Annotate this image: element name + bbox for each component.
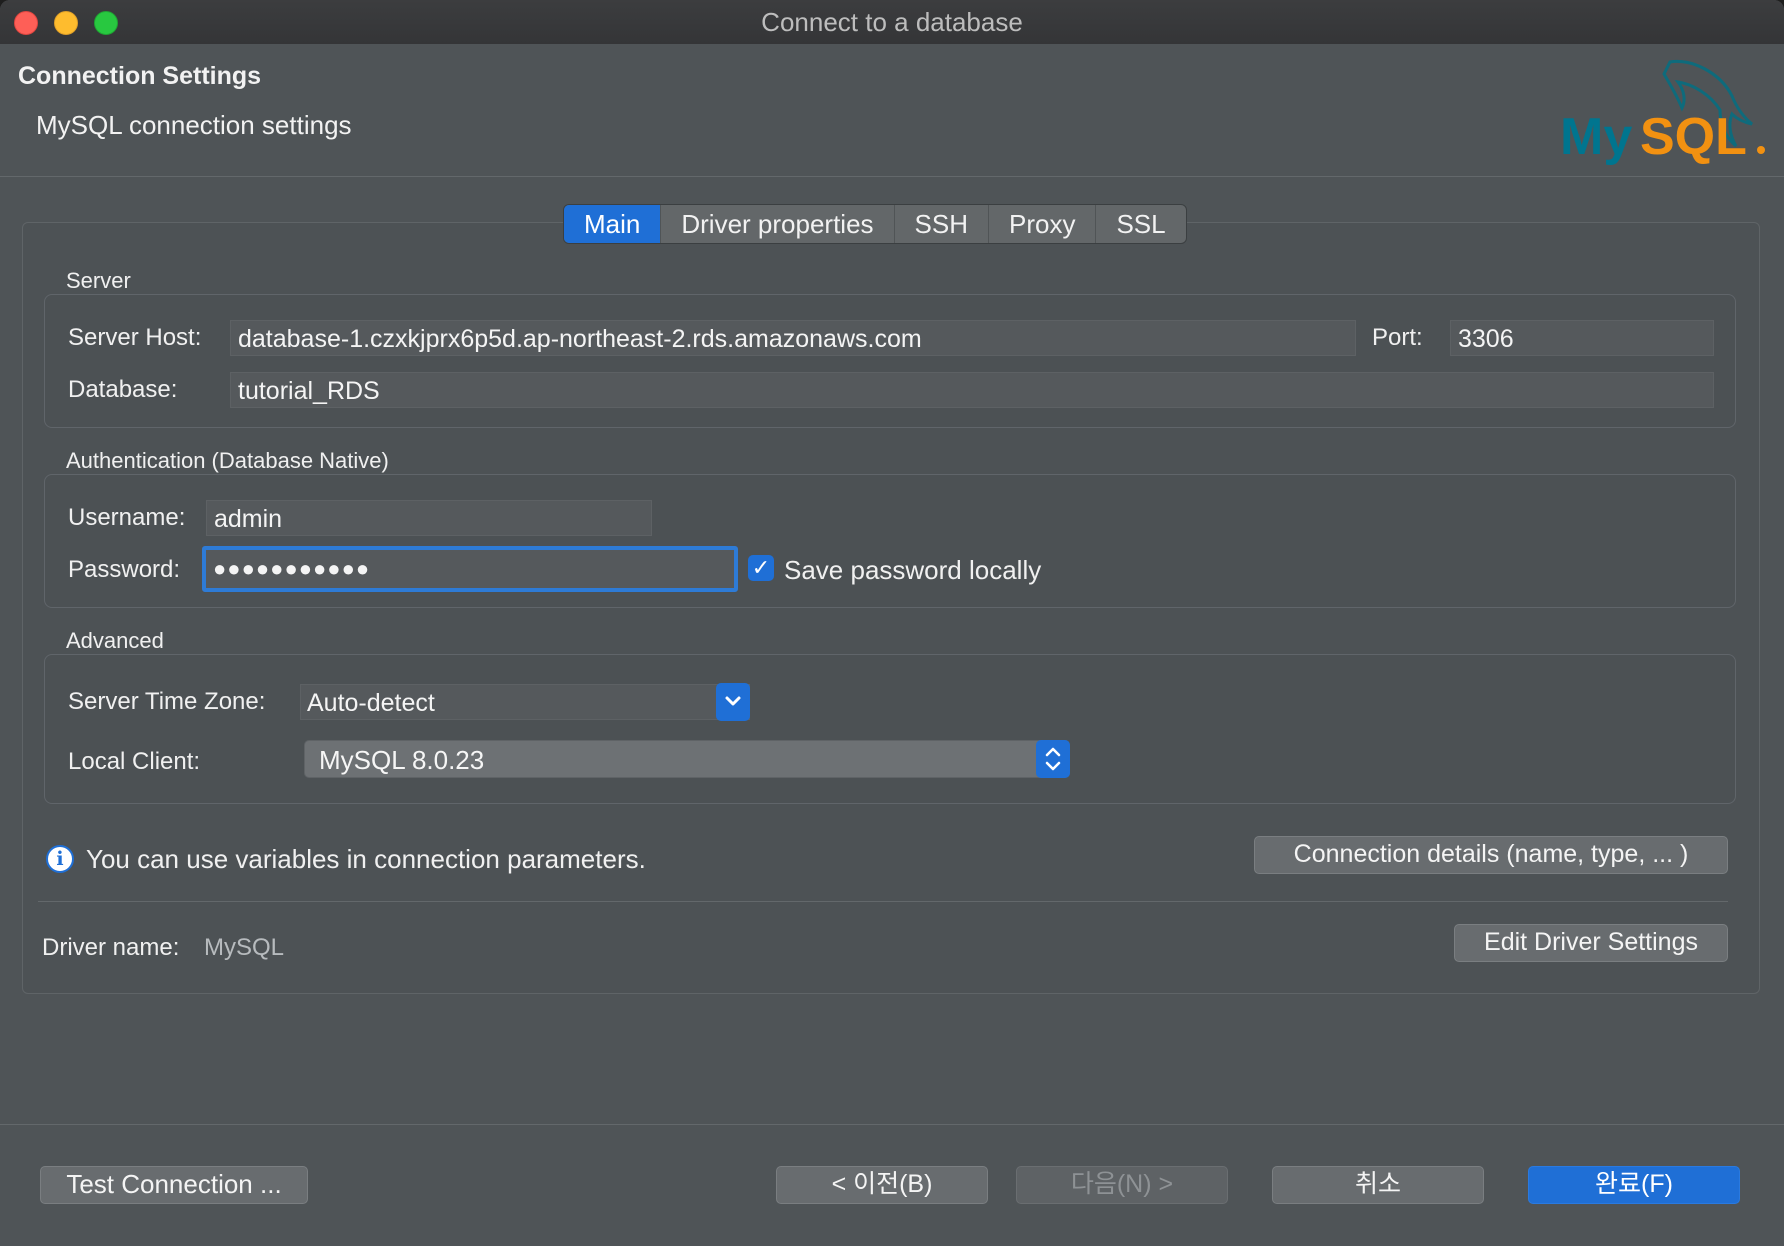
timezone-value: Auto-detect bbox=[307, 689, 435, 717]
auth-section-label: Authentication (Database Native) bbox=[66, 448, 389, 473]
tab-main[interactable]: Main bbox=[564, 205, 662, 243]
connection-details-button[interactable]: Connection details (name, type, ... ) bbox=[1254, 836, 1728, 874]
up-down-chevron-icon[interactable] bbox=[1036, 740, 1070, 778]
connect-dialog: Connect to a database Connection Setting… bbox=[0, 0, 1784, 1246]
tab-ssl[interactable]: SSL bbox=[1096, 205, 1185, 243]
local-client-select[interactable]: MySQL 8.0.23 bbox=[304, 740, 1070, 778]
next-button[interactable]: 다음(N) > bbox=[1016, 1166, 1228, 1204]
edit-driver-settings-button[interactable]: Edit Driver Settings bbox=[1454, 924, 1728, 962]
timezone-label: Server Time Zone: bbox=[68, 688, 266, 715]
divider bbox=[38, 901, 1728, 902]
page-subtitle: MySQL connection settings bbox=[36, 110, 352, 140]
password-input[interactable]: ●●●●●●●●●●● bbox=[202, 546, 738, 592]
window-title: Connect to a database bbox=[761, 7, 1023, 37]
chevron-down-icon[interactable] bbox=[716, 683, 750, 721]
username-input[interactable]: admin bbox=[206, 500, 652, 536]
dialog-header: Connection Settings MySQL connection set… bbox=[0, 44, 1784, 177]
variables-info-text: You can use variables in connection para… bbox=[86, 844, 646, 874]
local-client-value: MySQL 8.0.23 bbox=[319, 745, 485, 775]
tab-driver-properties[interactable]: Driver properties bbox=[661, 205, 895, 243]
cancel-button[interactable]: 취소 bbox=[1272, 1166, 1484, 1204]
database-input[interactable]: tutorial_RDS bbox=[230, 372, 1714, 408]
port-input[interactable]: 3306 bbox=[1450, 320, 1714, 356]
footer-divider bbox=[0, 1124, 1784, 1125]
svg-text:My: My bbox=[1560, 108, 1632, 166]
save-password-label[interactable]: Save password locally bbox=[784, 555, 1041, 586]
back-button[interactable]: < 이전(B) bbox=[776, 1166, 988, 1204]
info-icon: i bbox=[46, 845, 74, 873]
driver-name-label: Driver name: bbox=[42, 934, 180, 961]
advanced-section-label: Advanced bbox=[66, 628, 164, 653]
password-label: Password: bbox=[68, 556, 181, 583]
driver-name-value: MySQL bbox=[204, 934, 285, 961]
port-label: Port: bbox=[1372, 324, 1423, 351]
save-password-checkbox[interactable]: ✓ bbox=[748, 555, 774, 581]
server-host-label: Server Host: bbox=[68, 324, 202, 351]
server-host-input[interactable]: database-1.czxkjprx6p5d.ap-northeast-2.r… bbox=[230, 320, 1356, 356]
username-label: Username: bbox=[68, 504, 186, 531]
tab-ssh[interactable]: SSH bbox=[895, 205, 989, 243]
svg-text:SQL: SQL bbox=[1640, 108, 1747, 166]
database-label: Database: bbox=[68, 376, 178, 403]
test-connection-button[interactable]: Test Connection ... bbox=[40, 1166, 308, 1204]
timezone-select[interactable]: Auto-detect bbox=[300, 683, 750, 721]
title-bar: Connect to a database bbox=[0, 0, 1784, 45]
local-client-label: Local Client: bbox=[68, 748, 201, 775]
mysql-logo: My SQL bbox=[1560, 59, 1765, 166]
tab-proxy[interactable]: Proxy bbox=[989, 205, 1097, 243]
server-section-label: Server bbox=[66, 268, 131, 293]
finish-button[interactable]: 완료(F) bbox=[1528, 1166, 1740, 1204]
tab-bar: Main Driver properties SSH Proxy SSL bbox=[563, 204, 1187, 244]
page-title: Connection Settings bbox=[18, 62, 262, 90]
advanced-group bbox=[44, 654, 1736, 804]
